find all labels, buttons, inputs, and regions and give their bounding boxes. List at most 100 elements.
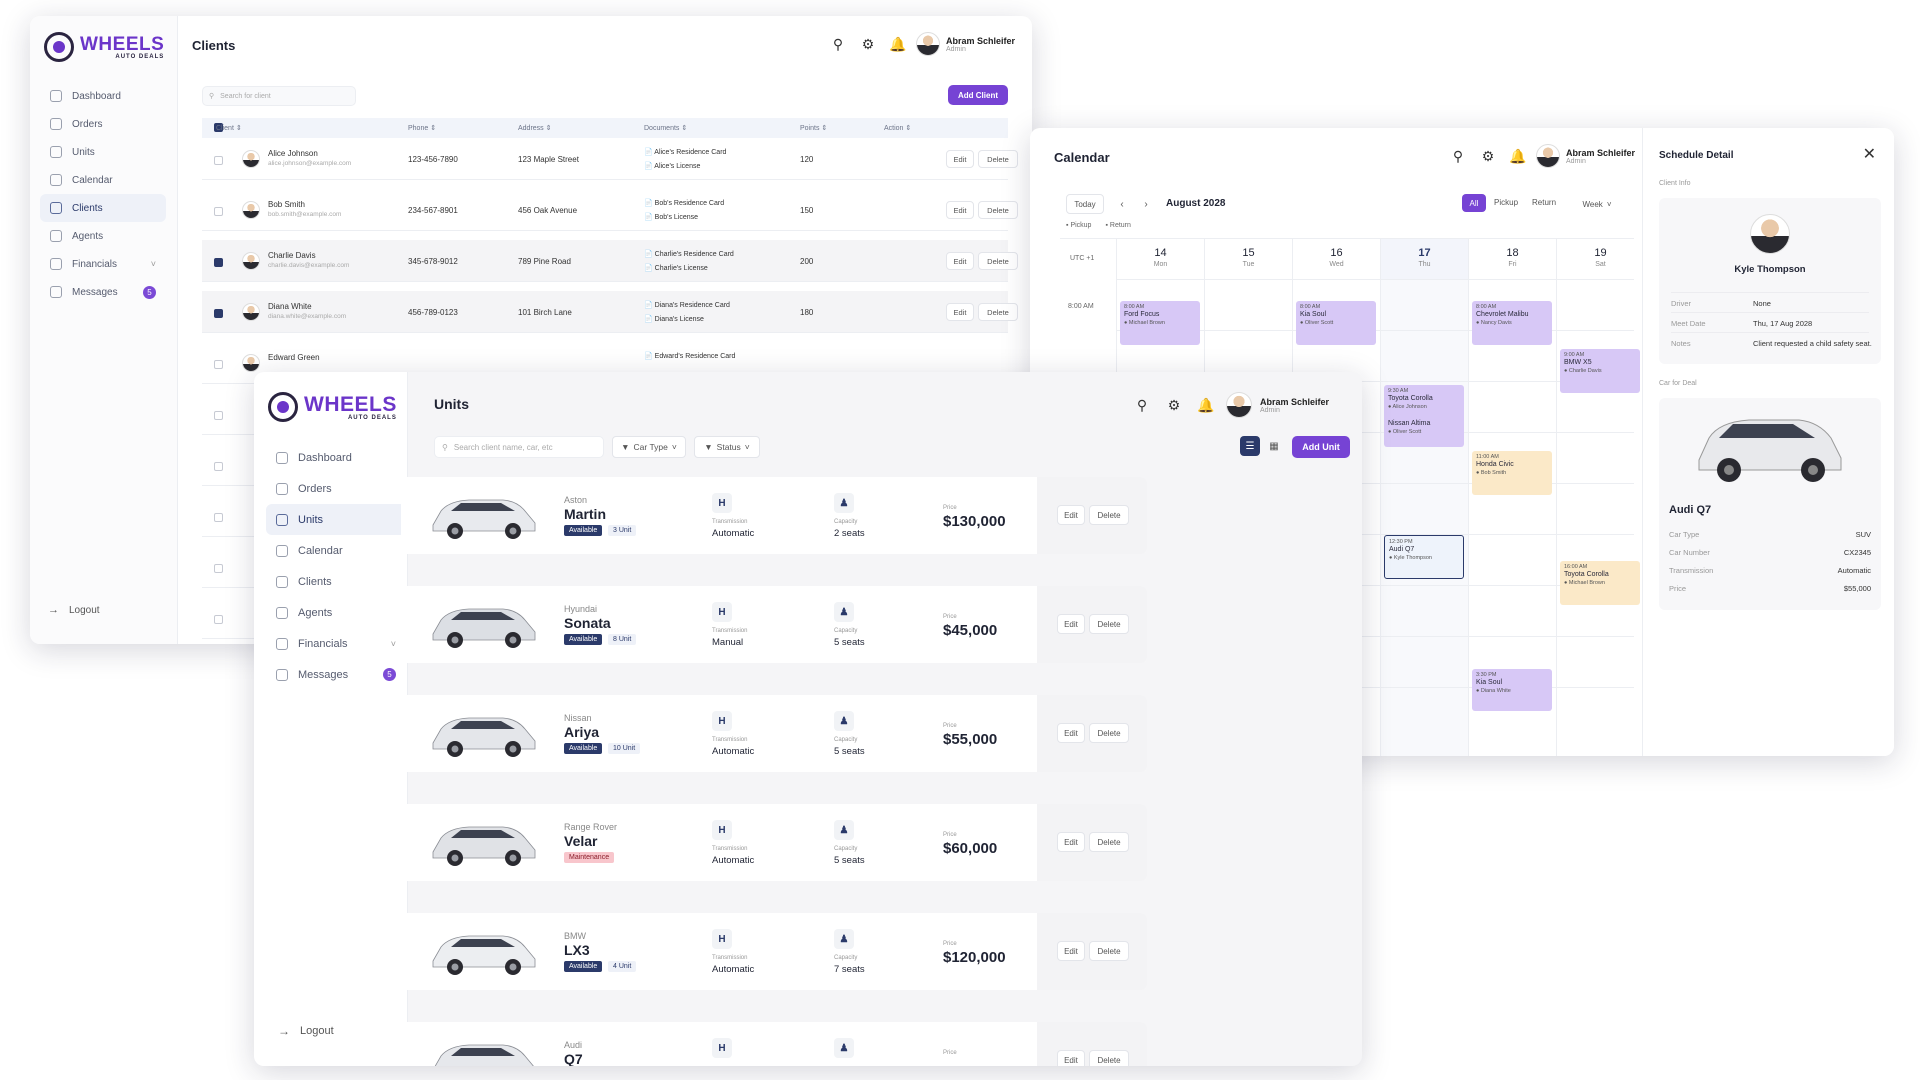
sidebar-item-units[interactable]: Units <box>40 138 166 166</box>
column-header-action[interactable]: Action ⇕ <box>884 124 911 132</box>
sidebar-item-clients[interactable]: Clients <box>266 566 406 597</box>
document-link[interactable]: 📄 Diana's License <box>644 315 704 323</box>
table-row[interactable]: Diana White diana.white@example.com 456-78… <box>202 291 1018 333</box>
sidebar-item-financials[interactable]: Financials ˅ <box>40 250 166 278</box>
calendar-event[interactable]: 9:00 AM BMW X5 ● Charlie Davis <box>1560 349 1640 393</box>
document-link[interactable]: 📄 Edward's Residence Card <box>644 352 735 360</box>
delete-button[interactable]: Delete <box>978 150 1018 168</box>
today-button[interactable]: Today <box>1066 194 1104 214</box>
delete-button[interactable]: Delete <box>978 303 1018 321</box>
calendar-event[interactable]: 12:30 PM Audi Q7 ● Kyle Thompson <box>1384 535 1464 579</box>
sidebar-item-agents[interactable]: Agents <box>266 597 406 628</box>
day-header[interactable]: 18 Fri <box>1468 239 1556 279</box>
settings-icon[interactable]: ⚙ <box>1476 144 1500 168</box>
edit-button[interactable]: Edit <box>1057 941 1085 961</box>
add-unit-button[interactable]: Add Unit <box>1292 436 1350 458</box>
delete-button[interactable]: Delete <box>1089 832 1129 852</box>
unit-card[interactable]: Aston Martin Available 3 Unit H ♟ Transmission… <box>401 477 1147 554</box>
filter-return[interactable]: Return <box>1532 198 1556 207</box>
column-header-client[interactable]: Client ⇕ <box>216 124 242 132</box>
list-view-button[interactable]: ☰ <box>1240 436 1260 456</box>
row-checkbox[interactable] <box>214 258 223 267</box>
sidebar-item-dashboard[interactable]: Dashboard <box>40 82 166 110</box>
sidebar-item-units[interactable]: Units <box>266 504 406 535</box>
calendar-event[interactable]: 8:00 AM Chevrolet Malibu ● Nancy Davis <box>1472 301 1552 345</box>
avatar[interactable] <box>1536 144 1560 168</box>
filter-pickup[interactable]: Pickup <box>1494 198 1518 207</box>
sidebar-item-messages[interactable]: Messages 5 <box>266 659 406 690</box>
sidebar-item-orders[interactable]: Orders <box>266 473 406 504</box>
sidebar-item-agents[interactable]: Agents <box>40 222 166 250</box>
search-icon[interactable]: ⚲ <box>826 32 850 56</box>
avatar[interactable] <box>1226 392 1252 418</box>
row-checkbox[interactable] <box>214 156 223 165</box>
day-header[interactable]: 19 Sat <box>1556 239 1644 279</box>
sidebar-item-calendar[interactable]: Calendar <box>40 166 166 194</box>
day-header[interactable]: 14 Mon <box>1116 239 1204 279</box>
unit-card[interactable]: Audi Q7 H ♟ Price Edit Delete <box>401 1022 1147 1066</box>
row-checkbox[interactable] <box>214 309 223 318</box>
units-search-input[interactable]: ⚲ Search client name, car, etc <box>434 436 604 458</box>
row-checkbox[interactable] <box>214 360 223 369</box>
edit-button[interactable]: Edit <box>1057 832 1085 852</box>
edit-button[interactable]: Edit <box>946 201 974 219</box>
calendar-event[interactable]: 3:30 PM Kia Soul ● Diana White <box>1472 669 1552 711</box>
row-checkbox[interactable] <box>214 513 223 522</box>
car-type-filter[interactable]: ▼ Car Type ˅ <box>612 436 686 458</box>
delete-button[interactable]: Delete <box>1089 941 1129 961</box>
document-link[interactable]: 📄 Bob's Residence Card <box>644 199 724 207</box>
edit-button[interactable]: Edit <box>946 150 974 168</box>
sidebar-item-orders[interactable]: Orders <box>40 110 166 138</box>
edit-button[interactable]: Edit <box>1057 614 1085 634</box>
delete-button[interactable]: Delete <box>978 201 1018 219</box>
calendar-event[interactable]: 11:00 AM Honda Civic ● Bob Smith <box>1472 451 1552 495</box>
row-checkbox[interactable] <box>214 615 223 624</box>
day-header[interactable]: 15 Tue <box>1204 239 1292 279</box>
document-link[interactable]: 📄 Bob's License <box>644 213 698 221</box>
row-checkbox[interactable] <box>214 207 223 216</box>
column-header-address[interactable]: Address ⇕ <box>518 124 552 132</box>
delete-button[interactable]: Delete <box>1089 723 1129 743</box>
notification-bell-icon[interactable]: 🔔 <box>1506 144 1530 168</box>
edit-button[interactable]: Edit <box>1057 723 1085 743</box>
calendar-event[interactable]: 16:00 AM Toyota Corolla ● Michael Brown <box>1560 561 1640 605</box>
document-link[interactable]: 📄 Alice's License <box>644 162 700 170</box>
status-filter[interactable]: ▼ Status ˅ <box>694 436 760 458</box>
sidebar-item-calendar[interactable]: Calendar <box>266 535 406 566</box>
search-input[interactable]: ⚲ Search for client <box>202 86 356 106</box>
document-link[interactable]: 📄 Charlie's License <box>644 264 708 272</box>
document-link[interactable]: 📄 Charlie's Residence Card <box>644 250 734 258</box>
settings-icon[interactable]: ⚙ <box>1162 393 1186 417</box>
view-select[interactable]: Week ˅ <box>1572 194 1622 214</box>
settings-icon[interactable]: ⚙ <box>856 32 880 56</box>
search-icon[interactable]: ⚲ <box>1130 393 1154 417</box>
edit-button[interactable]: Edit <box>946 303 974 321</box>
edit-button[interactable]: Edit <box>1057 505 1085 525</box>
filter-all[interactable]: All <box>1462 194 1486 212</box>
avatar[interactable] <box>916 32 940 56</box>
logout-link[interactable]: → Logout <box>48 604 100 616</box>
column-header-points[interactable]: Points ⇕ <box>800 124 827 132</box>
edit-button[interactable]: Edit <box>946 252 974 270</box>
sidebar-item-messages[interactable]: Messages 5 <box>40 278 166 306</box>
delete-button[interactable]: Delete <box>978 252 1018 270</box>
document-link[interactable]: 📄 Diana's Residence Card <box>644 301 730 309</box>
sidebar-item-dashboard[interactable]: Dashboard <box>266 442 406 473</box>
column-header-phone[interactable]: Phone ⇕ <box>408 124 436 132</box>
notification-bell-icon[interactable]: 🔔 <box>1194 393 1218 417</box>
unit-card[interactable]: Range Rover Velar Maintenance H ♟ Transmissio… <box>401 804 1147 881</box>
add-client-button[interactable]: Add Client <box>948 85 1008 105</box>
logout-link[interactable]: → Logout <box>278 1024 334 1038</box>
calendar-event[interactable]: 8:00 AM Ford Focus ● Michael Brown <box>1120 301 1200 345</box>
day-header[interactable]: 16 Wed <box>1292 239 1380 279</box>
edit-button[interactable]: Edit <box>1057 1050 1085 1066</box>
unit-card[interactable]: Nissan Ariya Available 10 Unit H ♟ Transmissio… <box>401 695 1147 772</box>
delete-button[interactable]: Delete <box>1089 505 1129 525</box>
row-checkbox[interactable] <box>214 462 223 471</box>
row-checkbox[interactable] <box>214 564 223 573</box>
unit-card[interactable]: BMW LX3 Available 4 Unit H ♟ Transmission Autom… <box>401 913 1147 990</box>
grid-view-button[interactable]: ▦ <box>1264 436 1284 456</box>
delete-button[interactable]: Delete <box>1089 614 1129 634</box>
calendar-event[interactable]: 8:00 AM Kia Soul ● Oliver Scott <box>1296 301 1376 345</box>
prev-week-button[interactable]: ‹ <box>1112 194 1132 214</box>
